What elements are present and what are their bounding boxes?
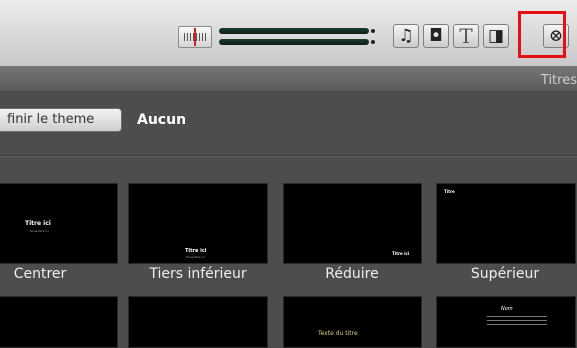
- preview-subtitle: Sous-titre ici: [186, 255, 205, 259]
- highlight-box: [518, 11, 566, 58]
- tile-label: Centrer: [13, 266, 67, 282]
- theme-value: Aucun: [137, 112, 187, 128]
- preview-title: Titre ici: [185, 248, 207, 254]
- set-theme-button[interactable]: finir le theme: [0, 108, 122, 132]
- title-tile-centrer[interactable]: Titre ici Sous-titre ici: [0, 183, 118, 264]
- panel-title: Titres: [540, 73, 577, 88]
- transitions-button[interactable]: ◨: [483, 24, 509, 48]
- title-tile[interactable]: [128, 296, 268, 348]
- browser-header: [0, 67, 577, 91]
- preview-title: Nom: [501, 306, 513, 312]
- preview-title: Titre ici: [25, 220, 51, 227]
- preview-text-lines: [487, 316, 547, 328]
- preview-title: Titre ici: [392, 251, 410, 256]
- transition-icon: ◨: [487, 26, 505, 46]
- preview-title: Titre: [444, 189, 455, 194]
- titles-button[interactable]: T: [453, 24, 479, 48]
- music-button[interactable]: ♫: [393, 24, 419, 48]
- preview-subtitle: Sous-titre ici: [30, 229, 49, 233]
- title-tile[interactable]: Nom: [436, 296, 576, 348]
- title-tile-reduire[interactable]: Titre ici: [283, 183, 422, 264]
- audio-level-meter: [219, 27, 379, 47]
- audio-skimming-button[interactable]: [178, 26, 212, 48]
- waveform-icon: [184, 28, 206, 46]
- title-icon: T: [459, 24, 473, 48]
- title-tile-tiers-inferieur[interactable]: Titre ici Sous-titre ici: [128, 183, 268, 264]
- tile-label: Supérieur: [470, 266, 540, 282]
- music-icon: ♫: [398, 26, 414, 46]
- title-tile[interactable]: [0, 296, 118, 348]
- camera-icon: ◘: [429, 26, 443, 46]
- title-tile[interactable]: Texte du titre: [283, 296, 422, 348]
- toolbar: ♫ ◘ T ◨ ⊗: [0, 0, 577, 67]
- tile-label: Réduire: [325, 266, 379, 282]
- title-tile-superieur[interactable]: Titre: [436, 183, 576, 264]
- divider: [0, 155, 577, 157]
- tile-label: Tiers inférieur: [149, 266, 247, 282]
- photo-button[interactable]: ◘: [423, 24, 449, 48]
